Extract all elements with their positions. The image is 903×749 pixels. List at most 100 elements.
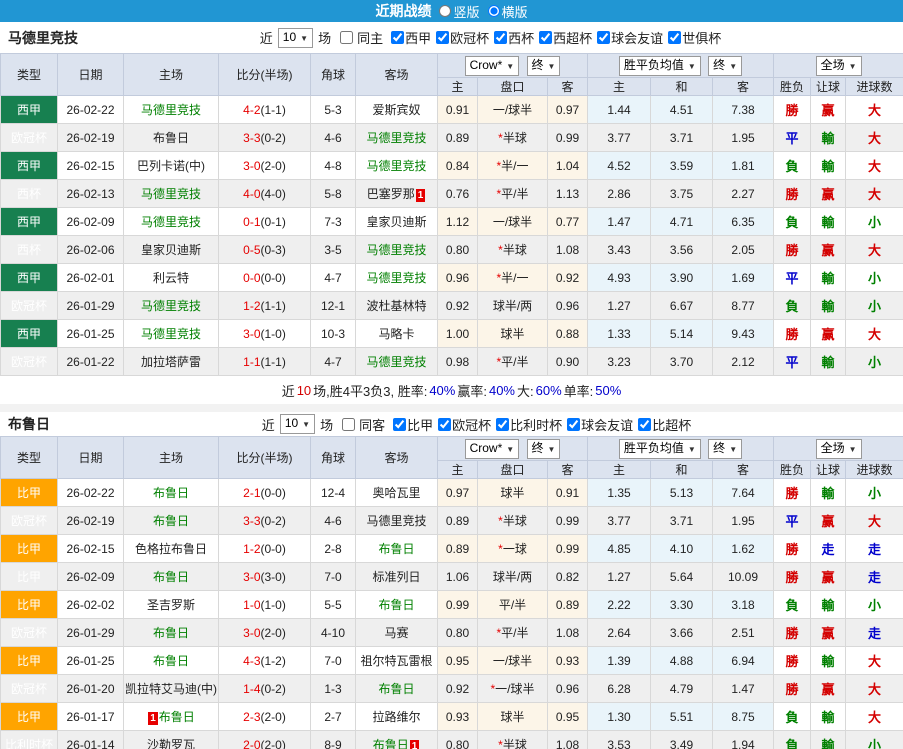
result-goals: 大 [845, 646, 903, 675]
mean-dropdown[interactable]: 胜平负均值 [618, 438, 701, 459]
league-filter-checkbox[interactable] [393, 417, 407, 431]
league-type-badge: 西甲 [0, 263, 58, 292]
away-team-link[interactable]: 拉路维尔 [372, 710, 420, 724]
result-handicap: 輸 [810, 730, 847, 749]
layout-vertical-radio[interactable] [439, 5, 452, 17]
away-team-link[interactable]: 布鲁日 [378, 682, 414, 696]
home-team-link[interactable]: 沙勒罗瓦 [147, 738, 195, 749]
away-team-cell: 马略卡 [355, 319, 438, 348]
final-dropdown[interactable]: 终 [708, 55, 743, 76]
score-cell: 3-0(1-0) [218, 319, 311, 348]
away-team-link[interactable]: 祖尔特瓦雷根 [360, 654, 432, 668]
home-team-link[interactable]: 马德里竞技 [141, 299, 201, 313]
result-goals: 小 [845, 478, 903, 507]
league-filter-checkbox[interactable] [597, 31, 611, 44]
home-team-link[interactable]: 巴列卡诺(中) [137, 159, 205, 173]
league-filter-checkbox[interactable] [668, 31, 682, 44]
away-team-link[interactable]: 马德里竞技 [366, 131, 426, 145]
league-filter-checkbox[interactable] [496, 417, 510, 431]
away-team-link[interactable]: 皇家贝迪斯 [366, 215, 426, 229]
home-team-link[interactable]: 凯拉特艾马迪(中) [125, 682, 217, 696]
mean-dropdown[interactable]: 胜平负均值 [618, 55, 701, 76]
fulltime-score: 2-1 [243, 485, 261, 500]
final-dropdown[interactable]: 终 [708, 438, 743, 459]
result-goals: 大 [845, 319, 903, 348]
col-mean-home: 主 [587, 460, 651, 479]
mean-home-odds: 1.27 [587, 562, 651, 591]
league-type-badge: 西杯 [0, 179, 58, 208]
home-team-link[interactable]: 布鲁日 [153, 626, 189, 640]
col-score: 比分(半场) [218, 436, 311, 479]
league-filter-checkbox[interactable] [438, 417, 452, 431]
layout-horizontal-radio[interactable] [487, 5, 500, 17]
away-team-link[interactable]: 巴塞罗那 [367, 187, 415, 201]
home-team-link[interactable]: 马德里竞技 [141, 103, 201, 117]
halftime-score: (2-0) [260, 737, 286, 749]
home-team-link[interactable]: 布鲁日 [153, 654, 189, 668]
mean-home-odds: 1.30 [587, 702, 651, 731]
same-venue-checkbox[interactable] [342, 417, 356, 431]
match-date: 26-02-13 [57, 179, 124, 208]
home-team-link[interactable]: 布鲁日 [153, 514, 189, 528]
summary-text: 近 [281, 383, 295, 399]
team2-filter-bar: 布鲁日 近 10 场 同客 比甲 欧冠杯 比利时杯 球会友谊 比超杯 [0, 412, 903, 436]
home-odds: 0.80 [437, 730, 478, 749]
home-team-link[interactable]: 皇家贝迪斯 [141, 243, 201, 257]
home-odds: 0.80 [437, 235, 478, 264]
league-type-badge: 西甲 [0, 151, 58, 180]
scope-dropdown[interactable]: 全场 [815, 438, 862, 459]
score-cell: 2-0(2-0) [218, 730, 311, 749]
final-dropdown[interactable]: 终 [526, 55, 561, 76]
away-team-link[interactable]: 马德里竞技 [366, 159, 426, 173]
away-team-link[interactable]: 布鲁日 [378, 598, 414, 612]
home-team-link[interactable]: 加拉塔萨雷 [141, 355, 201, 369]
home-team-link[interactable]: 布鲁日 [153, 570, 189, 584]
result-goals: 大 [845, 179, 903, 208]
home-team-link[interactable]: 圣吉罗斯 [147, 598, 195, 612]
away-team-link[interactable]: 标准列日 [372, 570, 420, 584]
away-team-link[interactable]: 马德里竞技 [366, 243, 426, 257]
mean-draw-odds: 6.67 [650, 291, 713, 320]
home-team-link[interactable]: 马德里竞技 [141, 187, 201, 201]
home-team-cell: 加拉塔萨雷 [123, 347, 219, 376]
league-filter-checkbox[interactable] [391, 31, 405, 44]
same-venue-checkbox[interactable] [340, 31, 354, 44]
odds-company-dropdown[interactable]: Crow* [464, 55, 520, 76]
home-team-link[interactable]: 布鲁日 [153, 131, 189, 145]
home-team-link[interactable]: 布鲁日 [153, 486, 189, 500]
home-team-link[interactable]: 布鲁日 [159, 710, 195, 724]
away-team-link[interactable]: 马德里竞技 [366, 271, 426, 285]
odds-company-dropdown[interactable]: Crow* [464, 438, 520, 459]
away-team-link[interactable]: 马德里竞技 [366, 514, 426, 528]
match-count-dropdown[interactable]: 10 [277, 27, 314, 48]
away-team-link[interactable]: 马德里竞技 [366, 355, 426, 369]
scope-dropdown[interactable]: 全场 [815, 55, 862, 76]
away-team-cell: 布鲁日 [355, 534, 438, 563]
home-odds: 0.98 [437, 347, 478, 376]
mean-home-odds: 1.27 [587, 291, 651, 320]
score-cell: 4-0(4-0) [218, 179, 311, 208]
fulltime-score: 2-0 [243, 737, 261, 749]
away-team-link[interactable]: 波杜基林特 [366, 299, 426, 313]
away-team-link[interactable]: 奥哈瓦里 [372, 486, 420, 500]
result-handicap: 輸 [810, 151, 847, 180]
league-filter-checkbox[interactable] [539, 31, 553, 44]
away-team-link[interactable]: 布鲁日 [373, 738, 409, 749]
halftime-score: (0-1) [260, 214, 286, 229]
home-team-link[interactable]: 利云特 [153, 271, 189, 285]
mean-draw-odds: 3.59 [650, 151, 713, 180]
home-team-link[interactable]: 马德里竞技 [141, 327, 201, 341]
away-team-link[interactable]: 爱斯宾奴 [372, 103, 420, 117]
league-filter-checkbox[interactable] [567, 417, 581, 431]
home-team-link[interactable]: 色格拉布鲁日 [135, 542, 207, 556]
final-dropdown[interactable]: 终 [526, 438, 561, 459]
away-team-link[interactable]: 马略卡 [378, 327, 414, 341]
match-count-dropdown[interactable]: 10 [279, 414, 316, 434]
league-filter-checkbox[interactable] [638, 417, 652, 431]
league-filter-checkbox[interactable] [494, 31, 508, 44]
away-team-link[interactable]: 马赛 [384, 626, 408, 640]
home-team-link[interactable]: 马德里竞技 [141, 215, 201, 229]
league-filter-checkbox[interactable] [436, 31, 450, 44]
handicap-line: *平/半 [477, 179, 548, 208]
away-team-link[interactable]: 布鲁日 [378, 542, 414, 556]
